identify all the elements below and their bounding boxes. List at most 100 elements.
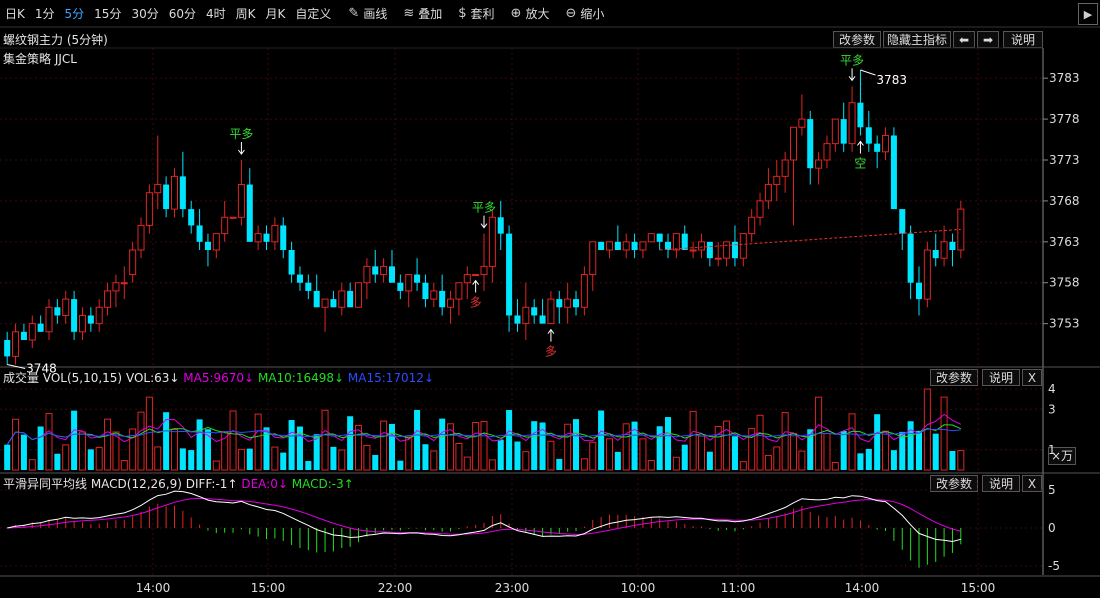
period-tab[interactable]: 5分 [60, 5, 90, 22]
candle-body [639, 241, 647, 251]
volume-bar [28, 459, 36, 471]
volume-bar [455, 442, 463, 471]
period-tab[interactable]: 60分 [164, 5, 201, 22]
candle-body [388, 266, 395, 283]
candle-body [20, 331, 27, 340]
volume-bar [907, 421, 914, 470]
candle-body [631, 241, 638, 250]
period-tab[interactable]: 15分 [89, 5, 126, 22]
period-tab[interactable]: 日K [0, 5, 30, 22]
candle-body [773, 175, 781, 186]
volume-bar [848, 413, 856, 471]
volume-bar [714, 426, 722, 471]
volume-bar [522, 451, 530, 471]
vol-ma10-line [6, 424, 962, 445]
volume-bar [472, 422, 480, 471]
volume-bar [480, 420, 488, 471]
strategy-label: 集金策略 JJCL [3, 52, 77, 66]
volume-bar [104, 418, 112, 471]
volume-bar [163, 412, 170, 470]
arrow-up-icon [547, 328, 555, 342]
candle-body [874, 143, 881, 152]
hide-main-indicator-button[interactable]: 隐藏主指标 [883, 31, 951, 48]
macd-help-button[interactable]: 说明 [982, 475, 1020, 492]
candle-body [104, 290, 112, 308]
zoom-in-icon: ⊕ [510, 6, 522, 21]
volume-params-button[interactable]: 改参数 [930, 369, 978, 386]
candle-body [62, 298, 70, 316]
volume-close-icon[interactable]: X [1022, 369, 1042, 386]
volume-bar [380, 420, 388, 471]
volume-bar [798, 450, 806, 471]
volume-bar [154, 446, 162, 471]
volume-bar [254, 413, 262, 471]
volume-bar [414, 409, 421, 470]
zoom-in-button[interactable]: ⊕ 放大 [503, 5, 558, 22]
volume-bar [865, 448, 872, 470]
change-params-button[interactable]: 改参数 [833, 31, 881, 48]
overlay-button[interactable]: ≋ 叠加 [395, 5, 450, 22]
volume-bar [120, 460, 128, 471]
period-tab[interactable]: 自定义 [290, 5, 336, 22]
volume-tick-label: 4 [1048, 382, 1056, 396]
period-tab[interactable]: 月K [261, 5, 291, 22]
candle-body [890, 135, 897, 210]
volume-bar [681, 444, 688, 470]
volume-bar [71, 410, 78, 470]
volume-bar [137, 411, 145, 471]
zoom-out-button[interactable]: ⊖ 缩小 [557, 5, 612, 22]
volume-bar [923, 388, 931, 471]
macd-params-button[interactable]: 改参数 [930, 475, 978, 492]
arrow-down-icon [238, 142, 245, 155]
period-tab[interactable]: 4时 [201, 5, 231, 22]
candle-body [522, 306, 530, 325]
volume-help-button[interactable]: 说明 [982, 369, 1020, 386]
toolbar: 日K 1分 5分 15分 30分 60分 4时 周K 月K 自定义 ✎ 画线 ≋ 叠加 $ 套利 ⊕ 放大 ⊖ 缩小… [0, 0, 1100, 27]
volume-bar [212, 460, 220, 471]
volume-bar [305, 461, 312, 470]
vol-ma5-line [6, 413, 962, 445]
volume-bar [531, 421, 538, 470]
volume-bar [145, 396, 153, 471]
volume-bar [631, 421, 638, 470]
ma15-value: MA15:17012↓ [347, 371, 434, 385]
volume-bar [497, 439, 504, 470]
ma10-value: MA10:16498↓ [257, 371, 345, 385]
volume-bar [430, 450, 438, 471]
candle-body [430, 290, 438, 300]
volume-bar [857, 453, 864, 470]
volume-bar [790, 433, 798, 471]
period-tab[interactable]: 30分 [126, 5, 163, 22]
candle-body [848, 102, 856, 145]
candle-body [564, 298, 572, 308]
draw-line-button[interactable]: ✎ 画线 [340, 5, 395, 22]
volume-bar [949, 450, 956, 470]
time-axis-label: 14:00 [136, 581, 171, 595]
candle-body [949, 241, 956, 250]
vol-value: VOL:63↓ [125, 371, 180, 385]
period-tab[interactable]: 周K [231, 5, 261, 22]
high-price-label: 3783 [876, 73, 907, 87]
volume-bar [731, 436, 738, 470]
candle-body [907, 233, 914, 283]
volume-bar [840, 431, 847, 470]
arrow-up-icon [472, 279, 480, 293]
time-axis-label: 15:00 [251, 581, 286, 595]
candle-body [472, 274, 480, 277]
collapse-panel-button[interactable]: ▶ [1078, 3, 1098, 25]
candle-body [882, 134, 890, 153]
candle-body [756, 200, 764, 218]
volume-bar [665, 417, 672, 470]
strategy-line [659, 228, 961, 251]
help-button[interactable]: 说明 [1003, 31, 1043, 48]
macd-close-icon[interactable]: X [1022, 475, 1042, 492]
price-tick-label: 3758 [1049, 276, 1080, 290]
arbitrage-button[interactable]: $ 套利 [450, 5, 502, 22]
candle-body [622, 241, 630, 251]
period-tab[interactable]: 1分 [30, 5, 60, 22]
arrow-right-icon[interactable]: ➡ [977, 31, 999, 48]
arrow-left-icon[interactable]: ⬅ [953, 31, 975, 48]
candle-body [764, 184, 772, 202]
volume-tick-label: 3 [1048, 402, 1056, 416]
candle-body [120, 282, 128, 285]
